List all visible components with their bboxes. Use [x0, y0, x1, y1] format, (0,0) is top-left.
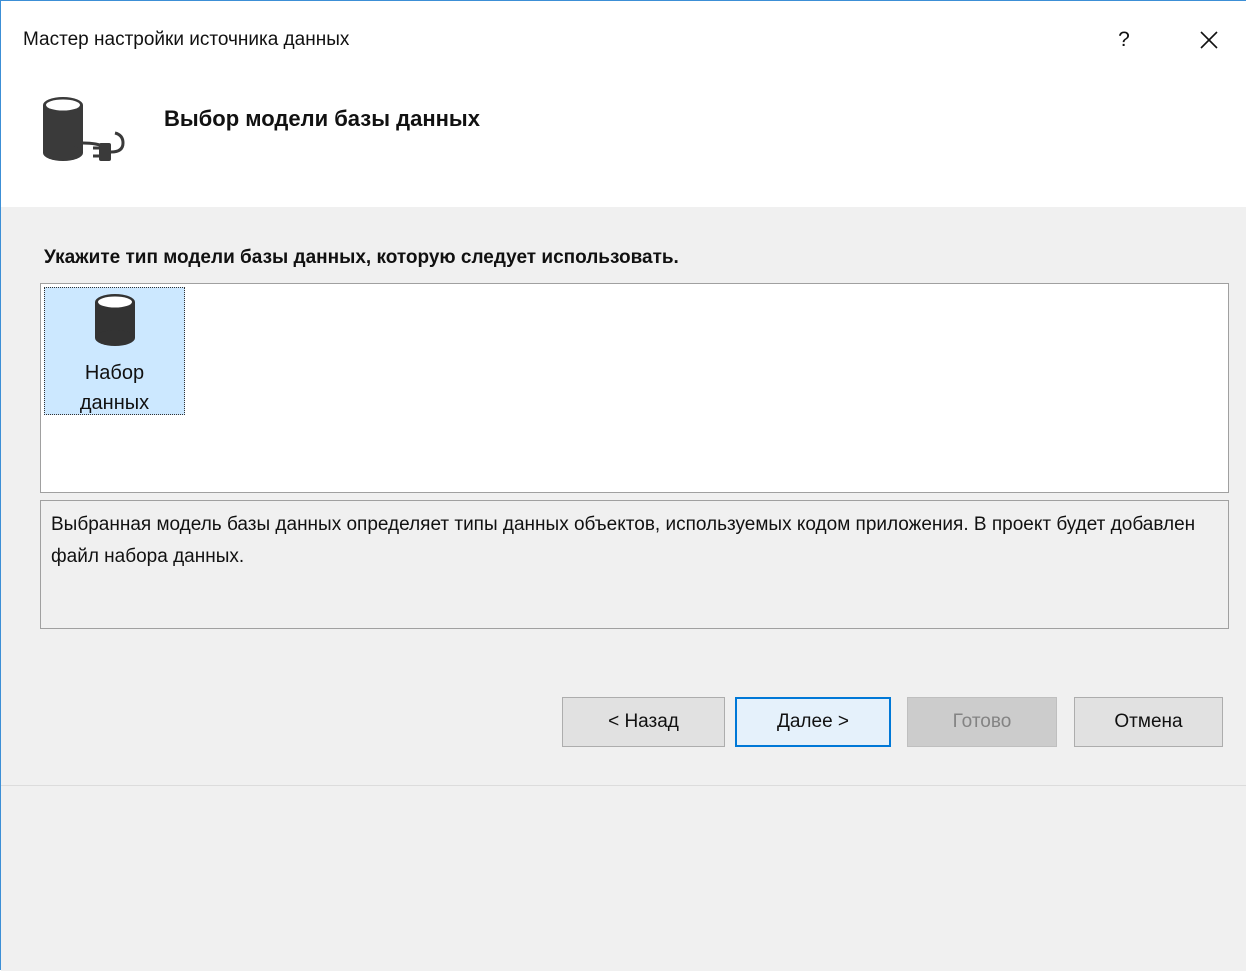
- database-icon: [95, 294, 135, 346]
- wizard-window: Мастер настройки источника данных ? Выбо…: [0, 0, 1246, 971]
- next-button[interactable]: Далее >: [735, 697, 891, 747]
- close-icon: [1200, 31, 1218, 49]
- model-item-label: Набор данных: [79, 362, 150, 414]
- page-title: Выбор модели базы данных: [164, 106, 480, 131]
- wizard-content: Укажите тип модели базы данных, которую …: [1, 207, 1246, 971]
- window-title: Мастер настройки источника данных: [23, 29, 350, 50]
- back-button[interactable]: < Назад: [562, 697, 725, 747]
- finish-button[interactable]: Готово: [907, 697, 1057, 747]
- title-bar: Мастер настройки источника данных ?: [1, 1, 1246, 81]
- model-item-dataset[interactable]: Набор данных: [44, 287, 185, 415]
- close-button[interactable]: [1191, 23, 1227, 57]
- help-button[interactable]: ?: [1109, 23, 1139, 57]
- model-list[interactable]: Набор данных: [40, 283, 1229, 493]
- instruction-label: Укажите тип модели базы данных, которую …: [44, 247, 679, 268]
- cancel-button[interactable]: Отмена: [1074, 697, 1223, 747]
- database-plug-icon: [43, 97, 125, 161]
- wizard-header: Выбор модели базы данных: [1, 81, 1246, 207]
- footer-divider: [1, 785, 1246, 786]
- model-description: Выбранная модель базы данных определяет …: [40, 500, 1229, 629]
